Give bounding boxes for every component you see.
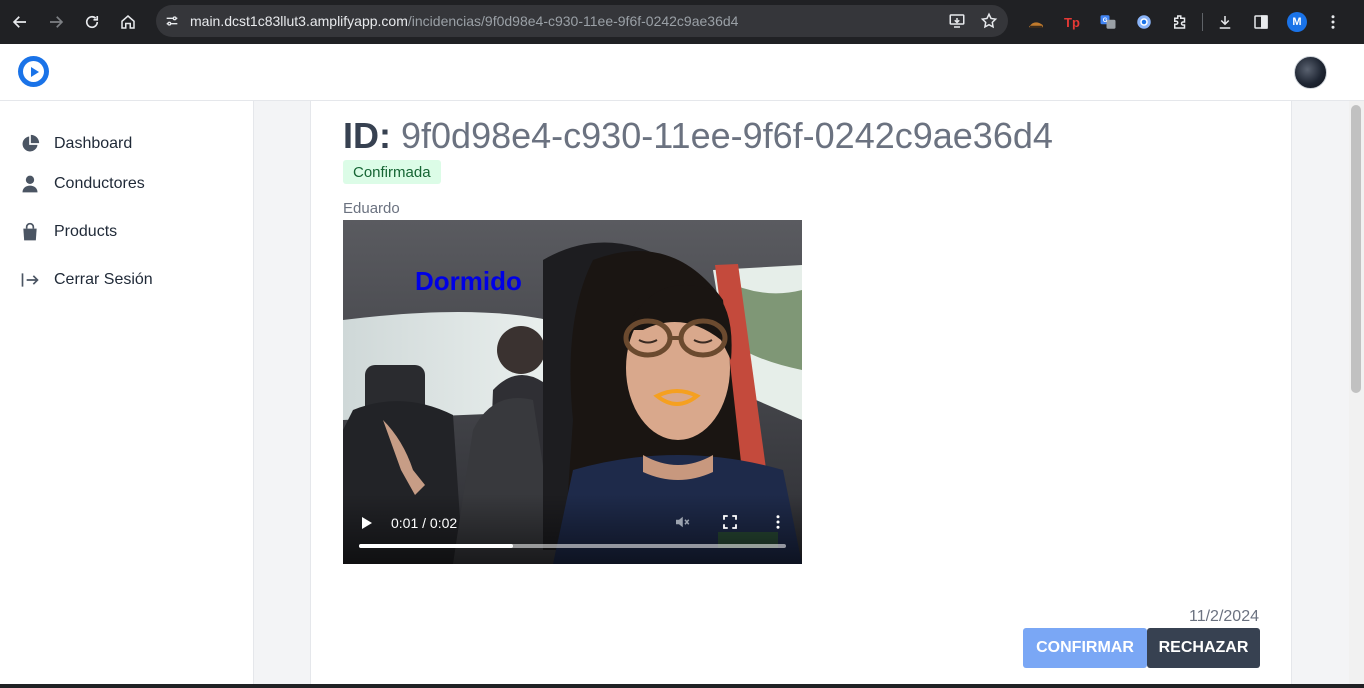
pie-chart-icon xyxy=(22,134,40,152)
side-panel-icon[interactable] xyxy=(1243,4,1279,40)
reject-button[interactable]: RECHAZAR xyxy=(1147,628,1260,668)
translate-icon[interactable]: G xyxy=(1090,4,1126,40)
logo-play-icon xyxy=(23,61,44,82)
more-options-icon[interactable] xyxy=(769,513,787,531)
volume-muted-icon[interactable] xyxy=(673,513,691,531)
user-icon xyxy=(22,175,38,193)
incident-video[interactable]: Dormido 0:01 / 0:02 xyxy=(343,220,802,564)
scrollbar-thumb[interactable] xyxy=(1351,105,1361,393)
main-content: ID: 9f0d98e4-c930-11ee-9f6f-0242c9ae36d4… xyxy=(254,101,1349,688)
window-bottom-edge xyxy=(0,684,1364,688)
toolbar-divider xyxy=(1202,13,1203,31)
chrome-menu-icon[interactable] xyxy=(1315,4,1351,40)
site-info-icon[interactable] xyxy=(164,13,180,29)
video-progress-bar[interactable] xyxy=(359,544,786,548)
sidebar-item-cerrar-sesion[interactable]: Cerrar Sesión xyxy=(20,270,153,290)
extensions-puzzle-icon[interactable] xyxy=(1162,4,1198,40)
shopping-bag-icon xyxy=(23,222,37,241)
profile-avatar: M xyxy=(1287,12,1307,32)
incident-card: ID: 9f0d98e4-c930-11ee-9f6f-0242c9ae36d4… xyxy=(310,101,1292,688)
sidebar-item-products[interactable]: Products xyxy=(20,222,117,242)
incident-id: 9f0d98e4-c930-11ee-9f6f-0242c9ae36d4 xyxy=(401,115,1053,156)
user-avatar[interactable] xyxy=(1294,56,1327,89)
extension-tp-icon[interactable]: Tp xyxy=(1054,4,1090,40)
extension-image-icon[interactable] xyxy=(1018,4,1054,40)
reload-icon[interactable] xyxy=(74,4,110,40)
sidebar: Dashboard Conductores Products Cerrar Se… xyxy=(0,101,254,688)
downloads-icon[interactable] xyxy=(1207,4,1243,40)
forward-icon[interactable] xyxy=(38,4,74,40)
browser-toolbar: main.dcst1c83llut3.amplifyapp.com/incide… xyxy=(0,0,1364,44)
back-icon[interactable] xyxy=(2,4,38,40)
play-icon[interactable] xyxy=(357,513,377,533)
app-logo[interactable] xyxy=(18,56,49,87)
url-text: main.dcst1c83llut3.amplifyapp.com/incide… xyxy=(190,13,738,29)
video-time: 0:01 / 0:02 xyxy=(391,515,458,531)
sidebar-item-label: Products xyxy=(54,223,118,240)
url-path: /incidencias/9f0d98e4-c930-11ee-9f6f-024… xyxy=(407,13,739,29)
id-label: ID: xyxy=(343,115,391,156)
incident-date: 11/2/2024 xyxy=(1189,608,1259,625)
sidebar-item-conductores[interactable]: Conductores xyxy=(20,174,145,194)
sidebar-item-dashboard[interactable]: Dashboard xyxy=(20,134,132,154)
fullscreen-icon[interactable] xyxy=(721,513,739,531)
page-title: ID: 9f0d98e4-c930-11ee-9f6f-0242c9ae36d4 xyxy=(343,115,1053,157)
video-controls: 0:01 / 0:02 xyxy=(343,494,802,564)
video-progress-fill xyxy=(359,544,513,548)
status-badge: Confirmada xyxy=(343,160,441,184)
address-bar[interactable]: main.dcst1c83llut3.amplifyapp.com/incide… xyxy=(156,5,1008,37)
profile-button[interactable]: M xyxy=(1279,4,1315,40)
url-host: main.dcst1c83llut3.amplifyapp.com xyxy=(190,13,408,29)
extension-circle-icon[interactable] xyxy=(1126,4,1162,40)
sign-out-icon xyxy=(21,273,39,287)
svg-text:G: G xyxy=(1103,18,1108,24)
sidebar-item-label: Conductores xyxy=(54,175,145,192)
home-icon[interactable] xyxy=(110,4,146,40)
sidebar-item-label: Cerrar Sesión xyxy=(54,271,153,288)
page-scrollbar[interactable] xyxy=(1349,101,1364,688)
video-overlay-label: Dormido xyxy=(415,266,522,296)
install-app-icon[interactable] xyxy=(948,12,966,30)
driver-name: Eduardo xyxy=(343,200,400,217)
confirm-button[interactable]: CONFIRMAR xyxy=(1023,628,1147,668)
app-header xyxy=(0,44,1364,101)
sidebar-item-label: Dashboard xyxy=(54,135,133,152)
bookmark-star-icon[interactable] xyxy=(980,12,998,30)
